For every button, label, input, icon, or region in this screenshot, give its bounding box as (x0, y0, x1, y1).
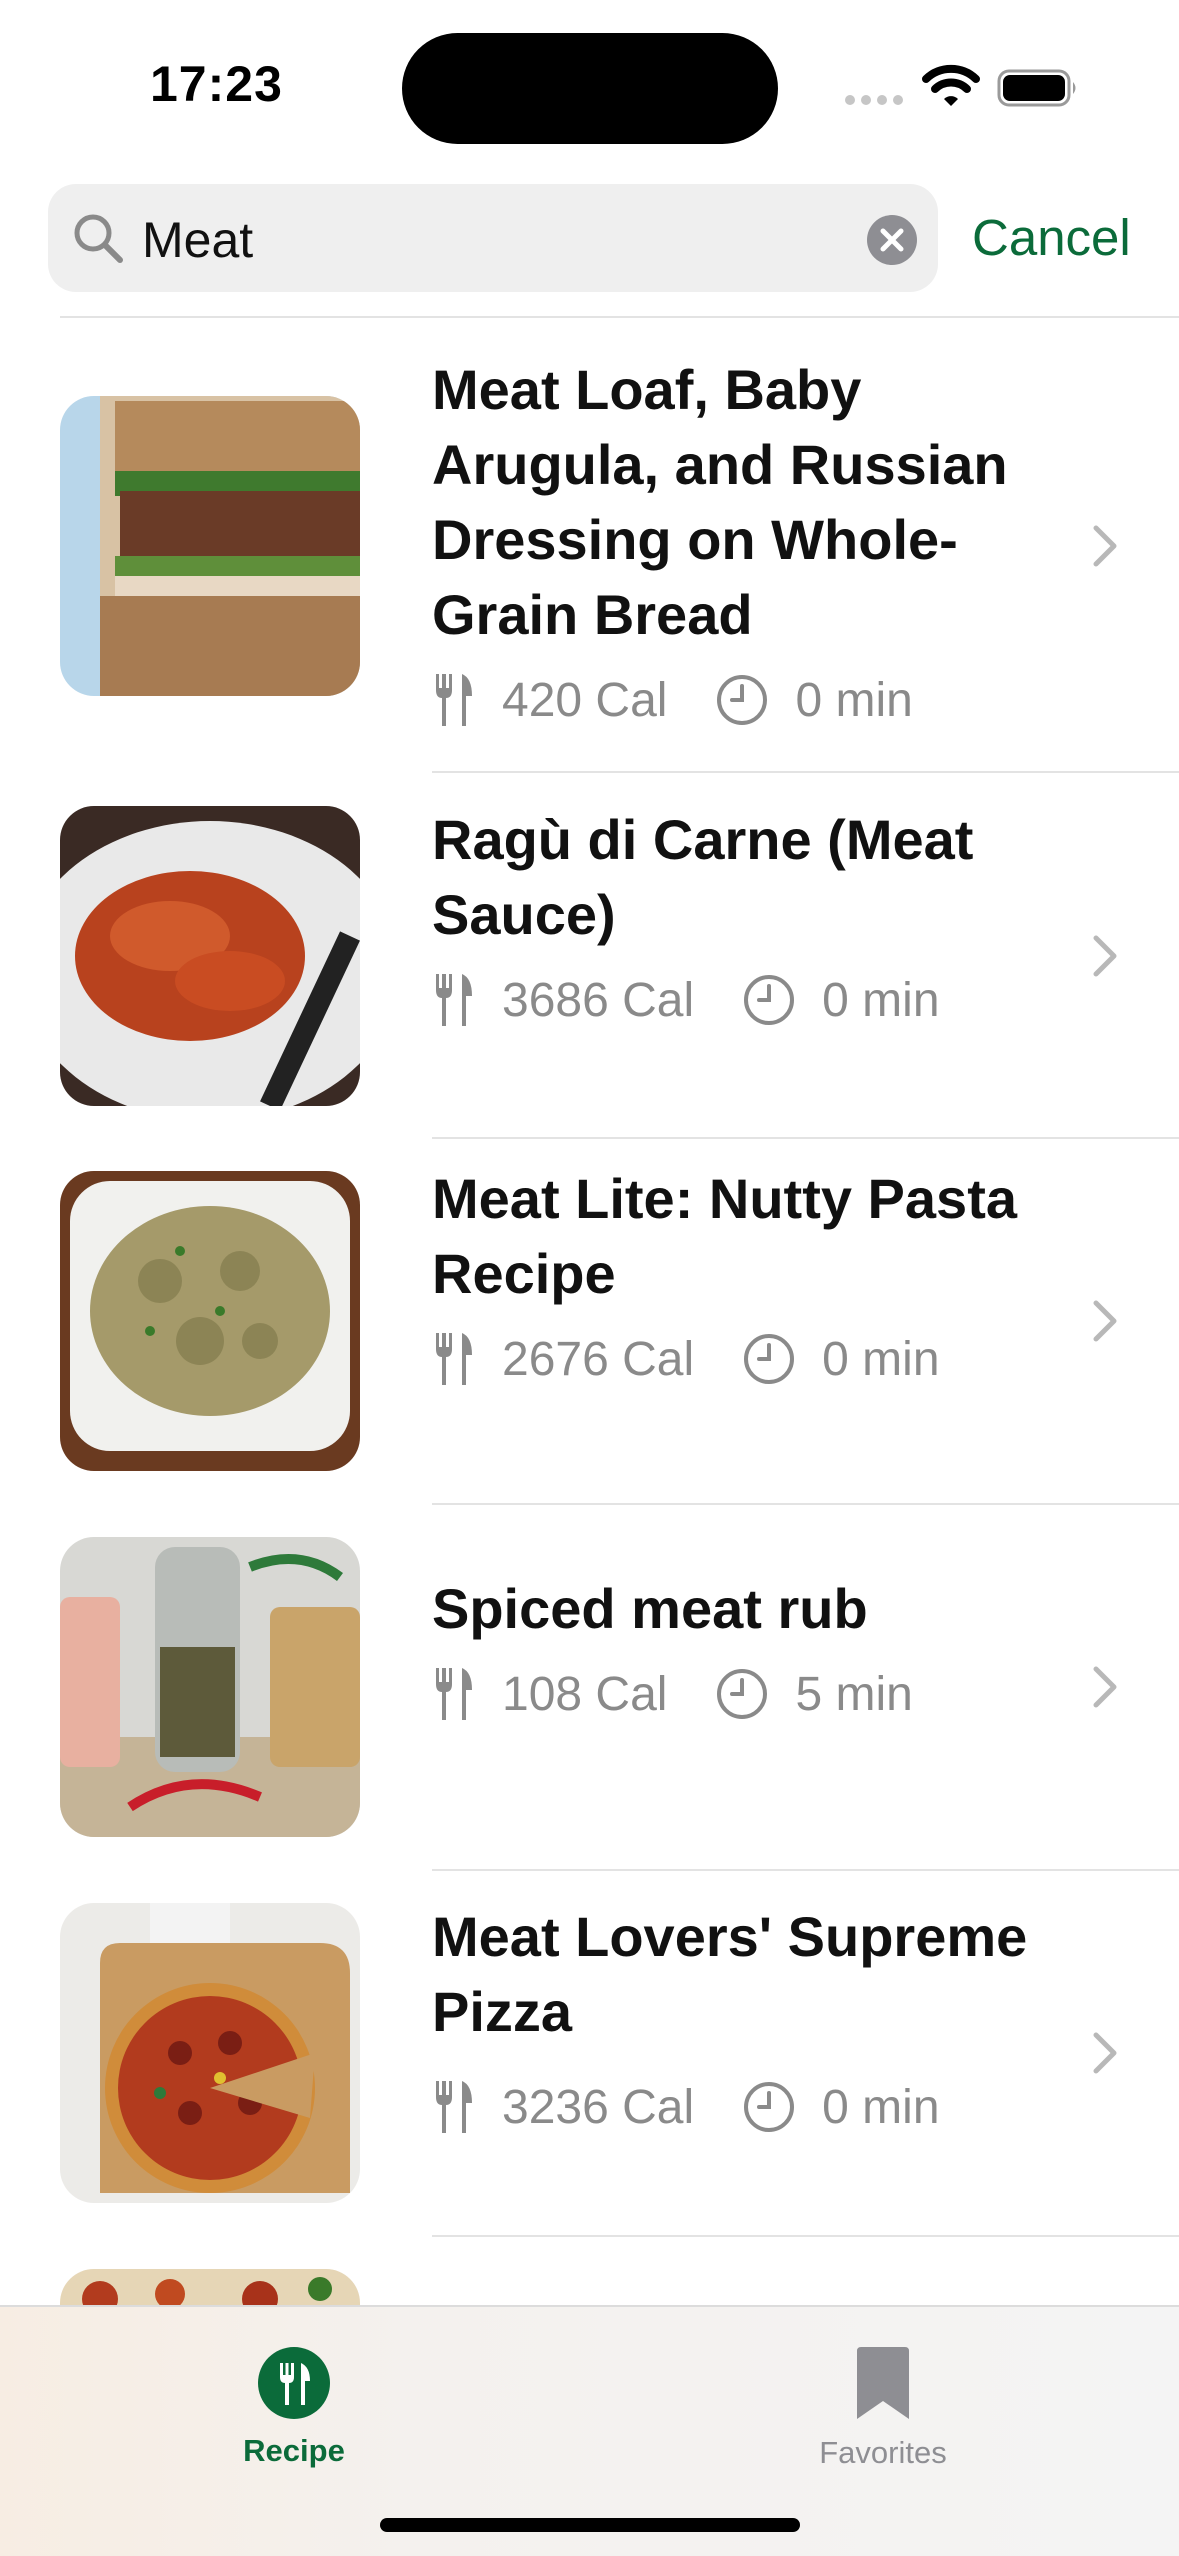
fork-knife-icon (436, 974, 472, 1026)
recipe-meta: 3236 Cal 0 min (432, 2077, 1052, 2137)
tab-label: Recipe (243, 2433, 345, 2468)
fork-knife-icon (436, 2081, 472, 2133)
tab-favorites[interactable]: Favorites (733, 2327, 1033, 2487)
recipe-title: Meat Lovers' Supreme Pizza (432, 1905, 1028, 2043)
clock-icon (717, 1669, 768, 1719)
recipe-row[interactable]: Meat Lite: Nutty Pasta Recipe 2676 Cal 0… (0, 1139, 1179, 1505)
clock-icon (744, 2082, 795, 2132)
recipe-info: Spiced meat rub 108 Cal 5 min (432, 1571, 1052, 1724)
recipe-image-spice-rub (60, 1537, 360, 1837)
recipe-calories: 108 Cal (502, 1667, 668, 1721)
recipe-image-pizza (60, 1903, 360, 2203)
recipe-row[interactable]: Spiced meat rub 108 Cal 5 min (0, 1505, 1179, 1871)
chevron-right-icon (1093, 2032, 1117, 2074)
tab-label: Favorites (819, 2435, 947, 2470)
cancel-button[interactable]: Cancel (972, 208, 1131, 267)
recipe-row[interactable]: Meat Lovers' Supreme Pizza 3236 Cal 0 mi… (0, 1871, 1179, 2237)
recipe-image-pasta (60, 1171, 360, 1471)
status-time: 17:23 (150, 56, 283, 112)
recipe-list: Meat Loaf, Baby Arugula, and Russian Dre… (0, 318, 1179, 2389)
recipe-image-sandwich (60, 396, 360, 696)
recipe-calories: 3686 Cal (502, 973, 695, 1027)
recipe-row[interactable]: Meat Loaf, Baby Arugula, and Russian Dre… (0, 318, 1179, 773)
recipe-time: 0 min (822, 973, 940, 1027)
chevron-right-icon (1093, 1666, 1117, 1708)
search-bar[interactable] (48, 184, 938, 292)
recipe-info: Meat Lite: Nutty Pasta Recipe 2676 Cal 0… (432, 1161, 1052, 1389)
search-icon (74, 214, 123, 263)
fork-knife-icon (436, 1333, 472, 1385)
search-input[interactable] (142, 210, 872, 270)
recipe-title: Ragù di Carne (Meat Sauce) (432, 808, 974, 946)
chevron-right-icon (1093, 1300, 1117, 1342)
battery-icon (997, 69, 1076, 107)
screen: 17:23 Cancel (0, 0, 1179, 2556)
bookmark-icon (857, 2347, 909, 2419)
recipe-meta: 108 Cal 5 min (432, 1664, 1052, 1724)
recipe-calories: 2676 Cal (502, 1332, 695, 1386)
chevron-right-icon (1093, 525, 1117, 567)
dynamic-island (402, 33, 778, 144)
recipe-info: Ragù di Carne (Meat Sauce) 3686 Cal 0 mi… (432, 802, 1052, 1030)
home-indicator[interactable] (380, 2518, 800, 2532)
recipe-row[interactable]: Ragù di Carne (Meat Sauce) 3686 Cal 0 mi… (0, 773, 1179, 1139)
fork-knife-icon (436, 1668, 472, 1720)
fork-knife-icon (258, 2347, 330, 2419)
recipe-title: Spiced meat rub (432, 1577, 868, 1640)
clock-icon (744, 1334, 795, 1384)
recipe-image-ragu (60, 806, 360, 1106)
recipe-info: Meat Lovers' Supreme Pizza 3236 Cal 0 mi… (432, 1899, 1052, 2137)
clock-icon (717, 675, 768, 725)
recipe-time: 0 min (795, 673, 913, 727)
recipe-time: 5 min (795, 1667, 913, 1721)
fork-knife-icon (436, 674, 472, 726)
recipe-title: Meat Lite: Nutty Pasta Recipe (432, 1167, 1017, 1305)
chevron-right-icon (1093, 935, 1117, 977)
recipe-time: 0 min (822, 2080, 940, 2134)
clear-search-icon[interactable] (866, 214, 918, 266)
recipe-meta: 2676 Cal 0 min (432, 1329, 1052, 1389)
status-bar: 17:23 (0, 0, 1179, 170)
recipe-meta: 3686 Cal 0 min (432, 970, 1052, 1030)
clock-icon (744, 975, 795, 1025)
recipe-meta: 420 Cal 0 min (432, 670, 1052, 730)
recipe-calories: 3236 Cal (502, 2080, 695, 2134)
recipe-time: 0 min (822, 1332, 940, 1386)
recipe-calories: 420 Cal (502, 673, 668, 727)
tab-recipe[interactable]: Recipe (144, 2327, 444, 2487)
recipe-info: Meat Loaf, Baby Arugula, and Russian Dre… (432, 352, 1052, 730)
recipe-title: Meat Loaf, Baby Arugula, and Russian Dre… (432, 358, 1008, 646)
wifi-icon (922, 64, 980, 106)
cellular-signal-icon (845, 95, 905, 107)
